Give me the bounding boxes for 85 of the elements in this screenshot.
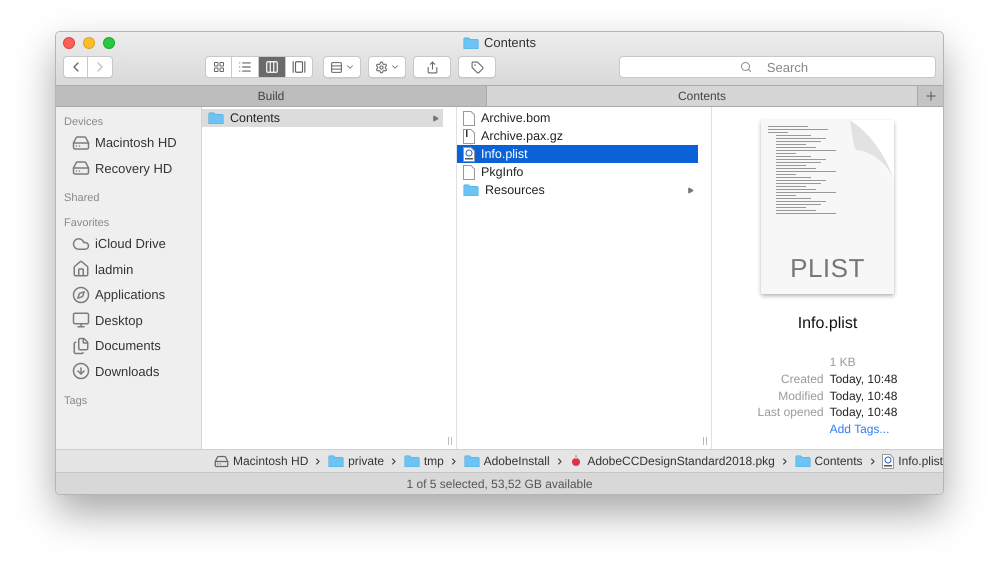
hard-drive-icon bbox=[214, 454, 229, 468]
tab[interactable]: Contents bbox=[486, 86, 917, 106]
info-label: Created bbox=[780, 370, 824, 388]
search-field[interactable]: Search bbox=[619, 56, 936, 78]
back-button[interactable] bbox=[63, 56, 88, 78]
download-icon bbox=[72, 362, 90, 380]
column-resize-handle[interactable] bbox=[448, 437, 452, 445]
folder-icon bbox=[462, 36, 479, 50]
view-mode-button[interactable] bbox=[259, 56, 286, 78]
info-value: Today, 10:48 bbox=[830, 404, 898, 422]
file-size: 1 KB bbox=[830, 354, 857, 371]
file-row[interactable]: Contents bbox=[202, 109, 443, 127]
sidebar-item[interactable]: Desktop bbox=[64, 308, 193, 333]
plist-file-icon bbox=[882, 454, 894, 468]
folder-icon bbox=[464, 454, 480, 468]
house-icon bbox=[72, 260, 90, 278]
arrange-button[interactable] bbox=[323, 56, 361, 78]
close-button[interactable] bbox=[63, 37, 75, 49]
tag-button[interactable] bbox=[458, 56, 496, 78]
preview-file-name: Info.plist bbox=[798, 314, 858, 334]
status-text: 1 of 5 selected, 53,52 GB available bbox=[406, 476, 593, 492]
sidebar-item[interactable]: Recovery HD bbox=[64, 156, 193, 181]
file-row[interactable]: Resources bbox=[457, 181, 698, 199]
hard-drive-icon bbox=[72, 134, 90, 152]
folder-icon bbox=[404, 454, 420, 468]
document-icon bbox=[463, 164, 475, 180]
path-item[interactable]: Macintosh HD bbox=[214, 452, 308, 470]
sidebar-item[interactable]: Downloads bbox=[64, 358, 193, 384]
gear-icon bbox=[374, 60, 388, 74]
action-button[interactable] bbox=[368, 56, 406, 78]
plus-icon bbox=[924, 89, 938, 103]
sidebar-heading: Favorites bbox=[64, 216, 110, 231]
sidebar-heading: Devices bbox=[64, 115, 104, 130]
file-row[interactable]: Archive.pax.gz bbox=[457, 127, 698, 145]
monitor-icon bbox=[72, 311, 90, 330]
sidebar-item[interactable]: Documents bbox=[64, 333, 193, 358]
sidebar-heading: Tags bbox=[64, 394, 88, 409]
share-icon bbox=[426, 60, 438, 74]
tag-icon bbox=[470, 60, 484, 74]
document-icon bbox=[463, 110, 475, 126]
info-label: Last opened bbox=[758, 404, 824, 422]
path-item[interactable]: Info.plist bbox=[882, 452, 943, 470]
column-resize-handle[interactable] bbox=[702, 437, 706, 445]
share-button[interactable] bbox=[413, 56, 451, 78]
view-mode-button[interactable] bbox=[286, 56, 313, 78]
grid-icon bbox=[212, 61, 224, 73]
info-label: Modified bbox=[777, 388, 824, 404]
view-mode-button[interactable] bbox=[232, 56, 259, 78]
file-type-label: PLIST bbox=[790, 252, 865, 285]
sidebar-item[interactable]: iCloud Drive bbox=[64, 231, 193, 256]
file-row[interactable]: Archive.bom bbox=[457, 109, 698, 127]
file-row[interactable]: Info.plist bbox=[457, 145, 698, 163]
list-icon bbox=[238, 60, 252, 74]
info-value: Today, 10:48 bbox=[830, 370, 898, 388]
path-item[interactable]: Contents bbox=[794, 452, 863, 470]
folder-icon bbox=[328, 454, 344, 468]
add-tags-link[interactable]: Add Tags... bbox=[830, 421, 898, 438]
sidebar-heading: Shared bbox=[64, 191, 100, 206]
window-title: Contents bbox=[484, 34, 536, 52]
hard-drive-icon bbox=[72, 159, 90, 178]
grid-icon bbox=[330, 60, 342, 74]
folder-icon bbox=[208, 112, 224, 124]
sidebar-item[interactable]: ladmin bbox=[64, 256, 193, 282]
path-item[interactable]: tmp bbox=[404, 452, 444, 470]
info-value: Today, 10:48 bbox=[830, 388, 898, 404]
plist-file-icon bbox=[463, 146, 475, 162]
folder-icon bbox=[794, 454, 811, 468]
path-item[interactable]: private bbox=[328, 452, 384, 470]
folder-icon bbox=[463, 184, 479, 196]
tab[interactable]: Build bbox=[56, 86, 486, 106]
sidebar-item[interactable]: Macintosh HD bbox=[64, 130, 193, 156]
documents-icon bbox=[72, 336, 90, 355]
disclosure-arrow-icon bbox=[687, 186, 694, 194]
zoom-button[interactable] bbox=[103, 37, 115, 49]
file-row[interactable]: PkgInfo bbox=[457, 163, 698, 181]
archive-file-icon bbox=[463, 128, 475, 144]
sidebar-item[interactable]: Applications bbox=[64, 282, 193, 308]
view-mode-button[interactable] bbox=[205, 56, 232, 78]
gallery-icon bbox=[292, 60, 306, 74]
columns-icon bbox=[265, 60, 279, 74]
compass-icon bbox=[72, 286, 90, 304]
disclosure-arrow-icon bbox=[432, 114, 439, 122]
path-item[interactable]: AdobeCCDesignStandard2018.pkg bbox=[569, 452, 775, 470]
search-icon bbox=[740, 61, 752, 73]
path-item[interactable]: AdobeInstall bbox=[464, 452, 550, 470]
